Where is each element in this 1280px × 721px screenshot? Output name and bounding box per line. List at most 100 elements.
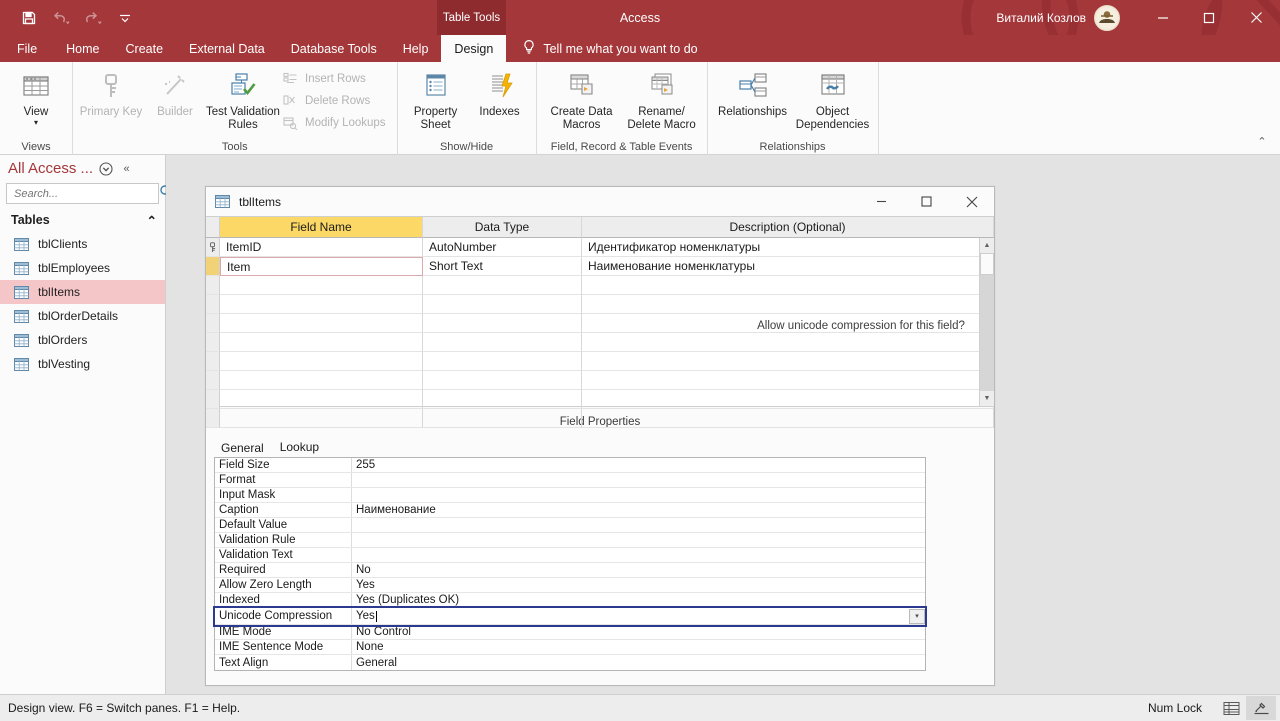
cell-data-type[interactable] — [423, 352, 582, 371]
cell-field-name[interactable] — [220, 371, 423, 390]
grid-corner-selector[interactable] — [206, 217, 220, 238]
property-value[interactable] — [352, 473, 925, 487]
row-selector[interactable] — [206, 333, 220, 352]
property-value[interactable] — [352, 488, 925, 502]
tab-home[interactable]: Home — [53, 35, 112, 62]
cell-description[interactable]: Идентификатор номенклатуры — [582, 238, 994, 257]
property-row-required[interactable]: Required No — [215, 563, 925, 578]
delete-rows-button[interactable]: Delete Rows — [280, 90, 392, 112]
property-row-text-align[interactable]: Text Align General — [215, 655, 925, 670]
row-selector[interactable] — [206, 371, 220, 390]
cell-data-type[interactable] — [423, 409, 582, 428]
property-value[interactable] — [352, 533, 925, 547]
tw-close-button[interactable] — [949, 187, 994, 216]
cell-data-type[interactable] — [423, 390, 582, 409]
undo-icon[interactable] — [46, 4, 76, 32]
property-value-editor[interactable]: Yes ▾ — [352, 608, 925, 624]
tab-external-data[interactable]: External Data — [176, 35, 278, 62]
cell-field-name[interactable] — [220, 295, 423, 314]
property-row-unicode-compression[interactable]: Unicode Compression Yes ▾ — [213, 606, 927, 627]
customize-qat-icon[interactable] — [110, 4, 140, 32]
datasheet-view-button[interactable] — [1216, 696, 1246, 720]
property-row-format[interactable]: Format — [215, 473, 925, 488]
tab-help[interactable]: Help — [390, 35, 442, 62]
column-header-field-name[interactable]: Field Name — [220, 217, 423, 238]
sidebar-item-tblitems[interactable]: tblItems — [0, 280, 165, 304]
tab-design[interactable]: Design — [441, 35, 507, 62]
collapse-ribbon-button[interactable]: ⌃ — [1252, 132, 1272, 150]
search-input[interactable] — [12, 186, 159, 201]
column-header-data-type[interactable]: Data Type — [423, 217, 582, 238]
cell-data-type[interactable]: Short Text — [423, 257, 582, 276]
cell-description[interactable]: Наименование номенклатуры — [582, 257, 994, 276]
sidebar-item-tblclients[interactable]: tblClients — [0, 232, 165, 256]
sidebar-item-tblemployees[interactable]: tblEmployees — [0, 256, 165, 280]
property-row-validation-rule[interactable]: Validation Rule — [215, 533, 925, 548]
property-sheet-button[interactable]: Property Sheet — [403, 65, 469, 132]
object-dependencies-button[interactable]: Object Dependencies — [793, 65, 873, 132]
cell-field-name[interactable]: Item — [220, 257, 423, 276]
tw-maximize-button[interactable] — [904, 187, 949, 216]
tab-create[interactable]: Create — [113, 35, 177, 62]
cell-field-name[interactable] — [220, 409, 423, 428]
table-row-empty[interactable] — [206, 295, 994, 314]
cell-field-name[interactable] — [220, 276, 423, 295]
property-row-validation-text[interactable]: Validation Text — [215, 548, 925, 563]
redo-icon[interactable] — [78, 4, 108, 32]
property-value[interactable]: No Control — [352, 625, 925, 639]
row-selector[interactable] — [206, 295, 220, 314]
cell-field-name[interactable] — [220, 314, 423, 333]
avatar[interactable] — [1094, 4, 1120, 31]
column-header-description[interactable]: Description (Optional) — [582, 217, 994, 238]
create-data-macros-button[interactable]: Create Data Macros — [542, 65, 622, 132]
property-value[interactable]: 255 — [352, 458, 925, 472]
row-selector[interactable] — [206, 352, 220, 371]
table-row-empty[interactable] — [206, 371, 994, 390]
scrollbar-thumb[interactable] — [980, 253, 994, 275]
tab-lookup[interactable]: Lookup — [273, 437, 328, 457]
tab-file[interactable]: File — [0, 35, 53, 62]
sidebar-item-tblvesting[interactable]: tblVesting — [0, 352, 165, 376]
tab-database-tools[interactable]: Database Tools — [278, 35, 390, 62]
test-validation-rules-button[interactable]: Test Validation Rules — [206, 65, 280, 132]
sidebar-item-tblorderdetails[interactable]: tblOrderDetails — [0, 304, 165, 328]
cell-data-type[interactable] — [423, 333, 582, 352]
cell-data-type[interactable]: AutoNumber — [423, 238, 582, 257]
chevron-down-icon[interactable]: ▾ — [909, 608, 925, 624]
row-selector-selected[interactable] — [206, 257, 220, 276]
modify-lookups-button[interactable]: Modify Lookups — [280, 112, 392, 134]
builder-button[interactable]: Builder — [144, 65, 206, 119]
user-account-area[interactable]: Виталий Козлов — [996, 0, 1120, 35]
cell-data-type[interactable] — [423, 314, 582, 333]
relationships-button[interactable]: Relationships — [713, 65, 793, 119]
cell-description[interactable] — [582, 371, 994, 390]
search-box[interactable] — [6, 183, 173, 204]
design-grid-scrollbar[interactable]: ▲ ▼ — [979, 238, 994, 406]
property-value[interactable]: General — [352, 655, 925, 670]
property-value[interactable] — [352, 518, 925, 532]
property-row-field-size[interactable]: Field Size 255 — [215, 458, 925, 473]
property-row-ime-mode[interactable]: IME Mode No Control — [215, 625, 925, 640]
property-row-allow-zero-length[interactable]: Allow Zero Length Yes — [215, 578, 925, 593]
scroll-up-icon[interactable]: ▲ — [980, 238, 994, 253]
cell-description[interactable] — [582, 333, 994, 352]
primary-key-button[interactable]: Primary Key — [78, 65, 144, 119]
cell-field-name[interactable]: ItemID — [220, 238, 423, 257]
property-value[interactable]: No — [352, 563, 925, 577]
cell-description[interactable] — [582, 276, 994, 295]
property-value[interactable]: Наименование — [352, 503, 925, 517]
view-button[interactable]: View ▾ — [5, 65, 67, 127]
row-selector-primary-key[interactable] — [206, 238, 220, 257]
row-selector[interactable] — [206, 314, 220, 333]
cell-data-type[interactable] — [423, 276, 582, 295]
navigation-pane-collapse-icon[interactable]: « — [118, 160, 135, 177]
chevron-up-icon[interactable]: ⌃ — [147, 213, 157, 228]
cell-data-type[interactable] — [423, 295, 582, 314]
navigation-pane-menu-icon[interactable] — [97, 160, 114, 177]
design-view-button[interactable] — [1246, 696, 1276, 720]
sidebar-item-tblorders[interactable]: tblOrders — [0, 328, 165, 352]
chevron-down-icon[interactable]: ▾ — [34, 119, 38, 127]
table-row[interactable]: ItemID AutoNumber Идентификатор номенкла… — [206, 238, 994, 257]
cell-description[interactable] — [582, 390, 994, 409]
property-row-default-value[interactable]: Default Value — [215, 518, 925, 533]
